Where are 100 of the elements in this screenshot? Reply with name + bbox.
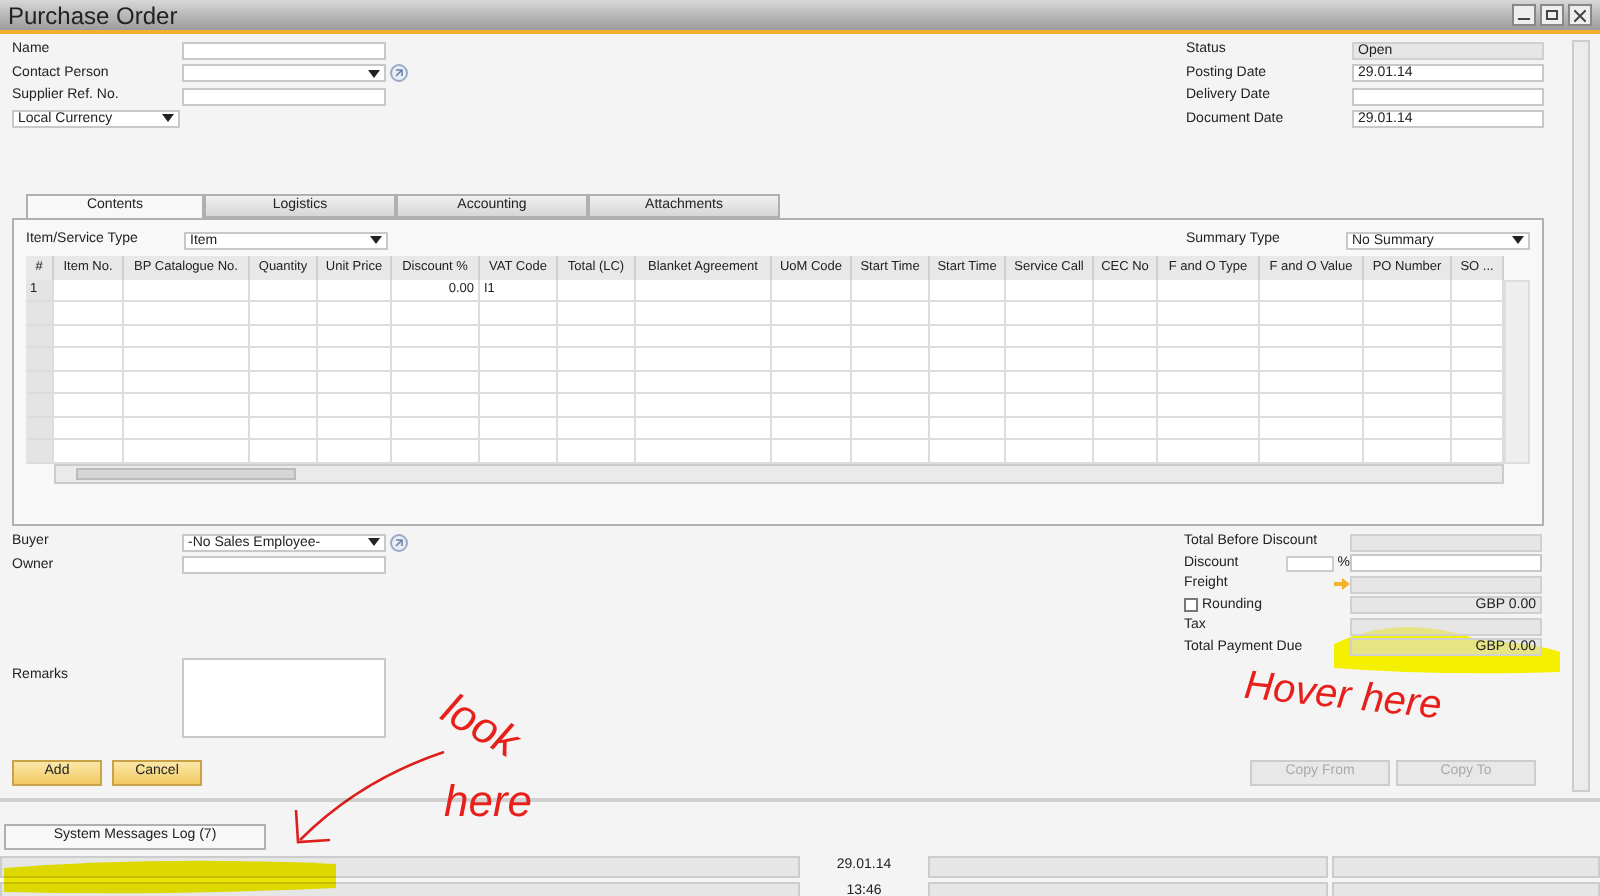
table-cell[interactable] xyxy=(318,371,392,392)
table-cell[interactable] xyxy=(636,440,772,461)
table-cell[interactable] xyxy=(772,348,852,369)
table-cell[interactable] xyxy=(558,279,636,300)
row-number-cell[interactable] xyxy=(26,417,54,438)
table-cell[interactable] xyxy=(1452,440,1504,461)
table-cell[interactable] xyxy=(636,348,772,369)
table-cell[interactable] xyxy=(1006,417,1094,438)
table-cell[interactable] xyxy=(54,371,124,392)
table-cell[interactable] xyxy=(852,394,930,415)
table-cell[interactable] xyxy=(1452,394,1504,415)
arrow-icon[interactable] xyxy=(1334,578,1350,591)
table-cell[interactable] xyxy=(1094,279,1158,300)
table-cell[interactable] xyxy=(636,279,772,300)
restore-button[interactable] xyxy=(1540,4,1564,26)
input-field[interactable] xyxy=(1352,87,1544,106)
table-cell[interactable] xyxy=(480,348,558,369)
table-cell[interactable] xyxy=(1158,440,1260,461)
table-cell[interactable] xyxy=(392,348,480,369)
table-cell[interactable] xyxy=(852,417,930,438)
table-cell[interactable] xyxy=(1158,371,1260,392)
table-cell[interactable] xyxy=(480,325,558,346)
table-cell[interactable] xyxy=(1158,394,1260,415)
table-cell[interactable] xyxy=(1006,348,1094,369)
table-cell[interactable] xyxy=(124,302,250,323)
table-cell[interactable] xyxy=(54,325,124,346)
input-field[interactable] xyxy=(182,87,386,106)
table-cell[interactable] xyxy=(852,348,930,369)
table-cell[interactable] xyxy=(930,302,1006,323)
table-cell[interactable] xyxy=(1158,302,1260,323)
table-cell[interactable] xyxy=(1006,371,1094,392)
table-cell[interactable] xyxy=(250,302,318,323)
table-cell[interactable] xyxy=(1260,371,1364,392)
row-number-cell[interactable] xyxy=(26,371,54,392)
table-cell[interactable] xyxy=(772,394,852,415)
table-cell[interactable] xyxy=(318,279,392,300)
table-cell[interactable] xyxy=(318,440,392,461)
table-cell[interactable] xyxy=(772,325,852,346)
table-cell[interactable] xyxy=(852,440,930,461)
table-cell[interactable] xyxy=(1260,394,1364,415)
table-cell[interactable] xyxy=(54,302,124,323)
table-cell[interactable] xyxy=(250,394,318,415)
table-cell[interactable] xyxy=(1364,279,1452,300)
table-cell[interactable] xyxy=(930,325,1006,346)
table-cell[interactable] xyxy=(852,279,930,300)
table-cell[interactable] xyxy=(1094,325,1158,346)
close-button[interactable] xyxy=(1568,4,1592,26)
table-cell[interactable] xyxy=(1006,440,1094,461)
row-number-cell[interactable] xyxy=(26,325,54,346)
table-cell[interactable] xyxy=(1364,348,1452,369)
table-cell[interactable] xyxy=(772,371,852,392)
table-cell[interactable] xyxy=(124,279,250,300)
vertical-scrollbar[interactable] xyxy=(1504,279,1530,463)
table-cell[interactable] xyxy=(318,325,392,346)
table-cell[interactable] xyxy=(558,371,636,392)
table-cell[interactable] xyxy=(1260,279,1364,300)
table-cell[interactable] xyxy=(930,348,1006,369)
table-cell[interactable] xyxy=(250,325,318,346)
table-cell[interactable] xyxy=(1006,394,1094,415)
table-cell[interactable] xyxy=(930,394,1006,415)
table-cell[interactable] xyxy=(1364,417,1452,438)
table-cell[interactable] xyxy=(250,371,318,392)
table-cell[interactable] xyxy=(930,417,1006,438)
table-cell[interactable] xyxy=(250,348,318,369)
table-cell[interactable] xyxy=(392,302,480,323)
table-cell[interactable] xyxy=(124,394,250,415)
table-cell[interactable] xyxy=(558,348,636,369)
table-cell[interactable] xyxy=(1364,440,1452,461)
row-number-cell[interactable] xyxy=(26,302,54,323)
table-cell[interactable] xyxy=(1158,417,1260,438)
link-arrow-icon[interactable] xyxy=(390,533,408,552)
table-cell[interactable] xyxy=(930,371,1006,392)
table-cell[interactable] xyxy=(1452,417,1504,438)
table-cell[interactable] xyxy=(54,440,124,461)
table-cell[interactable] xyxy=(124,325,250,346)
discount-percent-field[interactable] xyxy=(1285,555,1334,572)
table-cell[interactable] xyxy=(1260,348,1364,369)
table-cell[interactable] xyxy=(772,279,852,300)
input-field[interactable] xyxy=(182,556,386,575)
table-cell[interactable] xyxy=(318,417,392,438)
table-cell[interactable] xyxy=(250,440,318,461)
table-cell[interactable] xyxy=(480,302,558,323)
table-cell[interactable] xyxy=(392,394,480,415)
table-cell[interactable] xyxy=(1452,302,1504,323)
table-cell[interactable] xyxy=(1158,325,1260,346)
table-cell[interactable] xyxy=(250,279,318,300)
table-cell[interactable] xyxy=(852,302,930,323)
table-cell[interactable] xyxy=(1094,440,1158,461)
table-cell[interactable] xyxy=(480,371,558,392)
minimize-button[interactable] xyxy=(1512,4,1536,26)
table-cell[interactable] xyxy=(1006,325,1094,346)
remarks-field[interactable] xyxy=(182,658,386,738)
table-cell[interactable] xyxy=(636,371,772,392)
table-cell[interactable] xyxy=(772,417,852,438)
link-arrow-icon[interactable] xyxy=(390,64,408,83)
table-cell[interactable] xyxy=(392,440,480,461)
table-cell[interactable] xyxy=(1094,394,1158,415)
table-cell[interactable] xyxy=(480,440,558,461)
table-cell[interactable] xyxy=(480,394,558,415)
table-cell[interactable] xyxy=(54,348,124,369)
